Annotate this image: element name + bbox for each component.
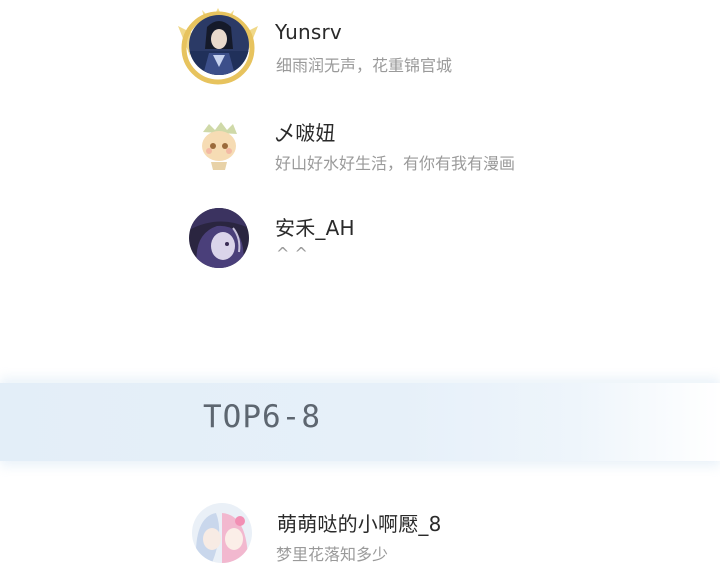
user-signature: 细雨润无声，花重锦官城 bbox=[276, 56, 453, 75]
list-item[interactable]: 乄啵妞 好山好水好生活，有你有我有漫画 bbox=[0, 100, 720, 190]
list-item[interactable]: 萌萌哒的小啊懕_8 梦里花落知多少 bbox=[0, 495, 720, 563]
user-name[interactable]: 乄啵妞 bbox=[275, 117, 336, 146]
avatar[interactable] bbox=[189, 208, 249, 268]
avatar[interactable] bbox=[189, 116, 249, 176]
user-name[interactable]: 萌萌哒的小啊懕_8 bbox=[277, 508, 442, 537]
section-title: TOP6-8 bbox=[203, 399, 321, 435]
avatar[interactable] bbox=[192, 503, 252, 563]
dark-anime-girl-avatar-icon bbox=[189, 208, 249, 268]
list-item[interactable]: Yunsrv 细雨润无声，花重锦官城 bbox=[0, 0, 720, 90]
user-name[interactable]: 安禾_AH bbox=[275, 212, 355, 241]
anime-warrior-avatar-icon bbox=[189, 15, 249, 75]
cartoon-character-avatar-icon bbox=[189, 116, 249, 176]
avatar[interactable] bbox=[189, 15, 249, 75]
user-signature: ^ ^ bbox=[276, 244, 308, 263]
list-item[interactable]: 安禾_AH ^ ^ bbox=[0, 198, 720, 288]
section-header bbox=[0, 383, 720, 461]
user-signature: 好山好水好生活，有你有我有漫画 bbox=[275, 154, 516, 173]
pastel-anime-girl-avatar-icon bbox=[192, 503, 252, 563]
user-name[interactable]: Yunsrv bbox=[275, 20, 342, 44]
ranking-list-page: Yunsrv 细雨润无声，花重锦官城 乄啵妞 好山好水好生活，有你有我有漫画 安… bbox=[0, 0, 720, 563]
user-signature: 梦里花落知多少 bbox=[276, 545, 389, 563]
